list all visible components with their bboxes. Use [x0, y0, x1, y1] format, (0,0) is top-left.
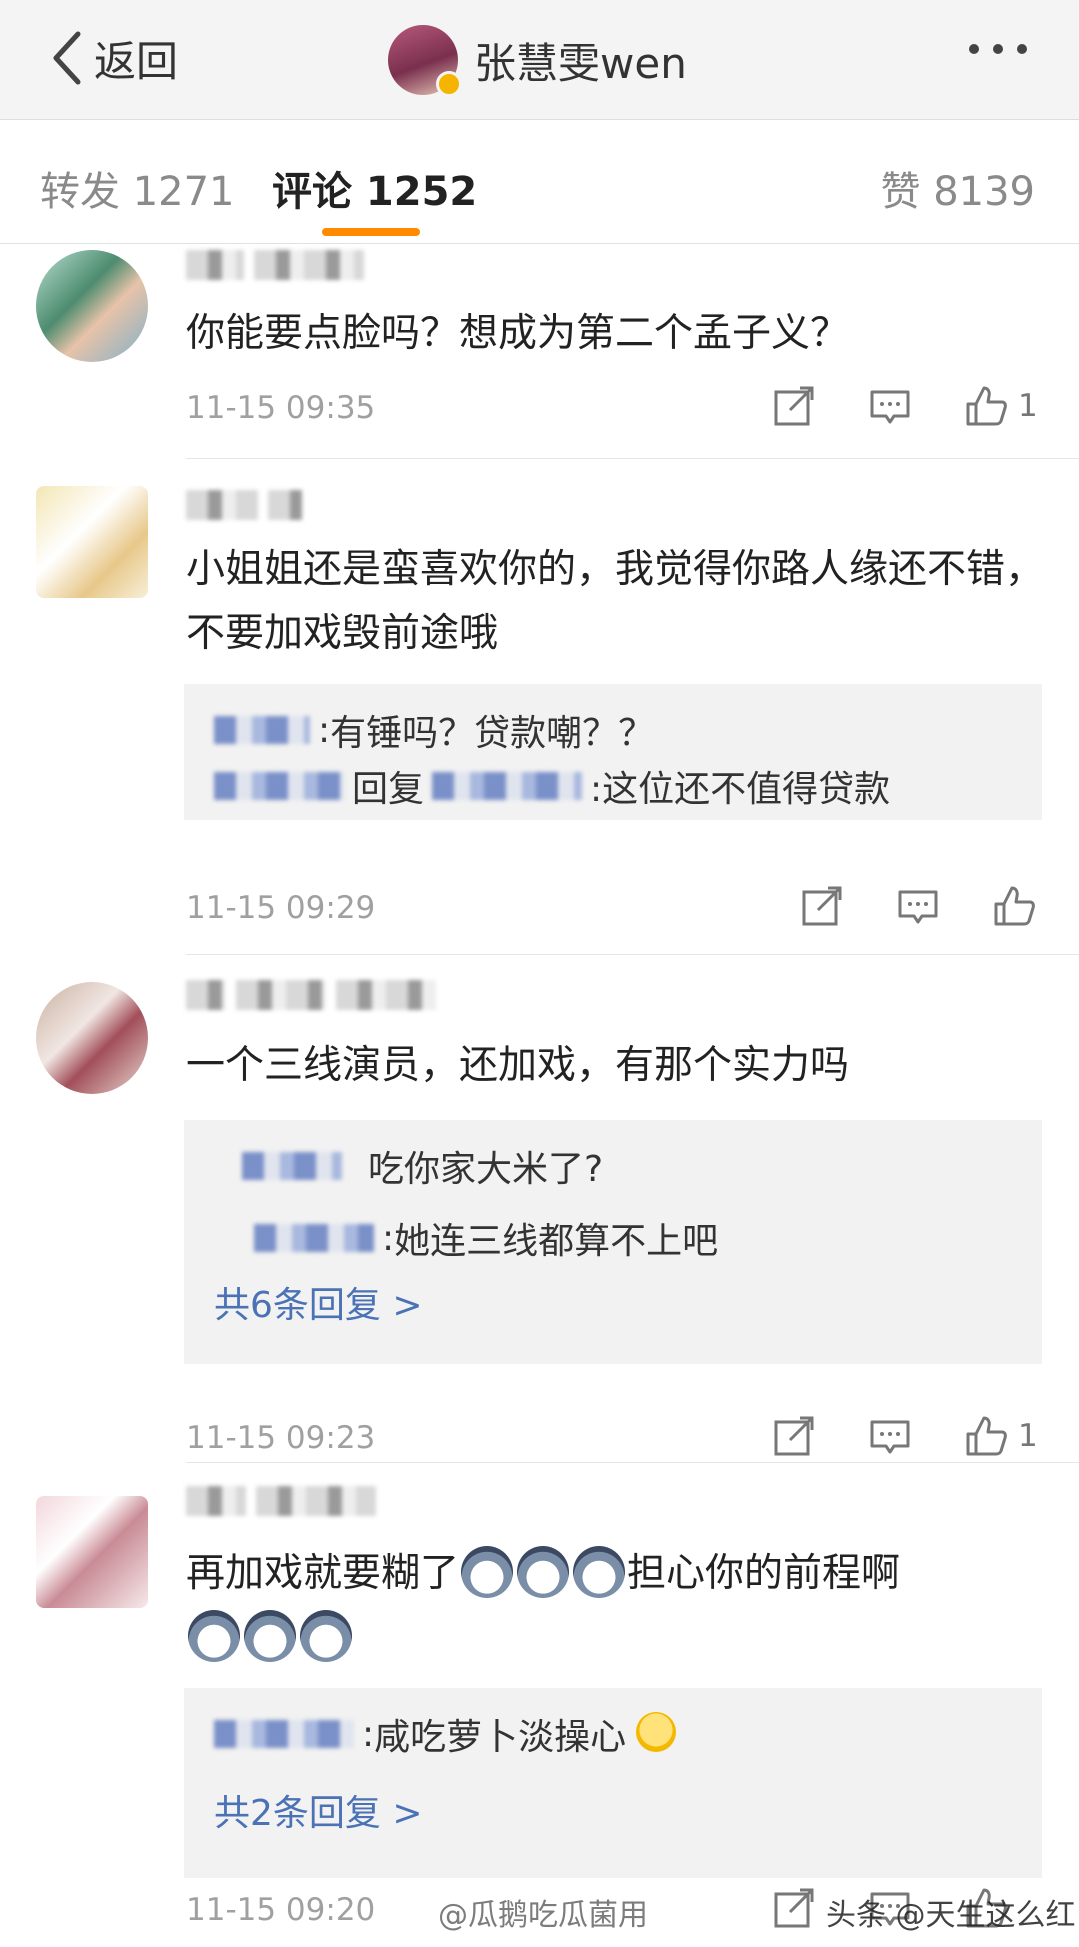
- comment-meta: 11-15 09:29: [186, 884, 1046, 934]
- tab-repost[interactable]: 转发 1271: [40, 159, 235, 217]
- page-title: 张慧雯wen: [474, 38, 687, 88]
- watermark-right: 头条 @天生这么红: [826, 1898, 1076, 1933]
- like-button[interactable]: 1: [964, 384, 1038, 428]
- timestamp: 11-15 09:29: [186, 890, 376, 926]
- reply-item[interactable]: 吃你家大米了?: [214, 1140, 603, 1192]
- comment-meta: 11-15 09:35 1: [186, 384, 1046, 434]
- timestamp: 11-15 09:23: [186, 1420, 376, 1456]
- share-button[interactable]: [772, 1886, 816, 1930]
- back-chevron-icon: [53, 31, 81, 85]
- husky-emoji: [300, 1609, 352, 1662]
- comment-text: 你能要点脸吗？想成为第二个孟子义？: [186, 311, 850, 356]
- reply-text: 咸吃萝卜淡操心: [374, 1717, 627, 1758]
- nav-bar: 返回 张慧雯wen: [0, 0, 1079, 120]
- like-count: 1: [1018, 388, 1038, 424]
- tab-bar: 转发 1271 评论 1252 赞 8139: [0, 121, 1079, 244]
- reply-text: 她连三线都算不上吧: [394, 1221, 719, 1262]
- comment-icon: [870, 390, 910, 424]
- avatar[interactable]: [36, 486, 148, 598]
- more-replies-link[interactable]: 共6条回复 >: [214, 1276, 423, 1328]
- username[interactable]: [186, 1480, 376, 1522]
- more-icon[interactable]: [969, 44, 1027, 54]
- username[interactable]: [186, 484, 302, 526]
- like-button[interactable]: [992, 884, 1046, 928]
- blush-emoji: [636, 1712, 677, 1752]
- thumb-up-icon: [994, 886, 1035, 926]
- husky-emoji: [244, 1609, 296, 1662]
- reply-text: 有锤吗？贷款嘲？？: [330, 713, 655, 754]
- timestamp: 11-15 09:20: [186, 1892, 376, 1928]
- husky-emoji: [573, 1545, 626, 1598]
- username[interactable]: [186, 974, 436, 1016]
- avatar[interactable]: [388, 25, 462, 97]
- comment-button[interactable]: [868, 1414, 912, 1458]
- reply-box[interactable]: : 有锤吗？贷款嘲？？ 回复 :这位还不值得贷款: [184, 684, 1042, 820]
- back-button[interactable]: 返回: [50, 28, 178, 88]
- reply-prefix: 回复: [352, 769, 425, 810]
- comment-button[interactable]: [896, 884, 940, 928]
- comment-text-part: 再加戏就要糊了: [186, 1551, 460, 1596]
- reply-prefix: :: [382, 1217, 395, 1259]
- divider: [186, 954, 1079, 955]
- tab-like[interactable]: 赞 8139: [880, 159, 1035, 217]
- active-tab-indicator: [322, 228, 420, 236]
- avatar[interactable]: [36, 250, 148, 362]
- comment-icon: [870, 1420, 910, 1454]
- thumb-up-icon: [966, 1416, 1007, 1456]
- reply-item[interactable]: : 有锤吗？贷款嘲？？: [214, 704, 654, 756]
- reply-item[interactable]: 回复 :这位还不值得贷款: [214, 760, 890, 812]
- avatar[interactable]: [36, 1496, 148, 1608]
- like-button[interactable]: 1: [964, 1414, 1038, 1458]
- watermark-left: @瓜鹅吃瓜菌用: [438, 1898, 648, 1933]
- divider: [186, 1462, 1079, 1463]
- reply-text: 吃你家大米了?: [368, 1149, 604, 1190]
- more-replies-link[interactable]: 共2条回复 >: [214, 1784, 423, 1836]
- comment-text-part: 担心你的前程啊: [627, 1551, 901, 1596]
- reply-prefix: :: [362, 1713, 375, 1755]
- share-icon: [802, 886, 842, 926]
- husky-emoji: [188, 1609, 240, 1662]
- back-label: 返回: [94, 36, 179, 86]
- avatar[interactable]: [36, 982, 148, 1094]
- reply-text: :这位还不值得贷款: [590, 769, 891, 810]
- username[interactable]: [186, 244, 364, 286]
- share-button[interactable]: [772, 1414, 816, 1458]
- share-button[interactable]: [800, 884, 844, 928]
- share-icon: [774, 386, 814, 426]
- share-button[interactable]: [772, 384, 816, 428]
- comment-text: 一个三线演员，还加戏，有那个实力吗: [186, 1043, 850, 1088]
- like-count: 1: [1018, 1418, 1038, 1454]
- comment-icon: [898, 890, 938, 924]
- husky-emoji: [517, 1545, 570, 1598]
- reply-item[interactable]: : 她连三线都算不上吧: [214, 1212, 718, 1264]
- comment-meta: 11-15 09:23 1: [186, 1414, 1046, 1464]
- thumb-up-icon: [966, 386, 1007, 426]
- reply-prefix: :: [318, 709, 331, 751]
- verified-badge-icon: [436, 71, 462, 97]
- profile-header[interactable]: 张慧雯wen: [388, 20, 687, 100]
- tab-comment[interactable]: 评论 1252: [272, 159, 477, 217]
- share-icon: [774, 1416, 814, 1456]
- timestamp: 11-15 09:35: [186, 390, 376, 426]
- reply-box[interactable]: 吃你家大米了? : 她连三线都算不上吧 共6条回复 >: [184, 1120, 1042, 1364]
- divider: [186, 458, 1079, 459]
- comment-button[interactable]: [868, 384, 912, 428]
- reply-box[interactable]: : 咸吃萝卜淡操心 共2条回复 >: [184, 1688, 1042, 1878]
- comment-text: 再加戏就要糊了 担心你的前程啊: [186, 1542, 1046, 1670]
- share-icon: [774, 1888, 814, 1928]
- husky-emoji: [461, 1545, 514, 1598]
- comment-text: 小姐姐还是蛮喜欢你的，我觉得你路人缘还不错，不要加戏毁前途哦: [186, 547, 1045, 656]
- reply-item[interactable]: : 咸吃萝卜淡操心: [214, 1708, 678, 1760]
